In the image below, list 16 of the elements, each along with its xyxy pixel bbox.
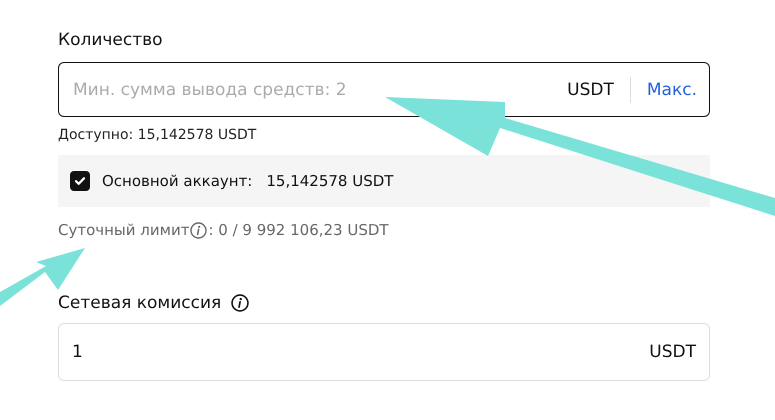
field-label: Количество	[58, 30, 164, 52]
currency-unit: USDT	[649, 342, 696, 362]
limit-value: : 0 / 9 992 106,23 USDT	[208, 221, 389, 239]
fee-value: 1	[72, 342, 83, 362]
fee-field[interactable]: 1 USDT	[58, 323, 710, 381]
currency-unit: USDT	[567, 80, 614, 100]
limit-label: Суточный лимит	[58, 221, 190, 239]
account-balance: 15,142578 USDT	[266, 172, 394, 190]
available-balance: Доступно: 15,142578 USDT	[58, 127, 258, 143]
check-icon	[73, 174, 87, 188]
amount-field[interactable]: Мин. сумма вывода средств: 2 USDT Макс.	[58, 62, 710, 117]
field-label: Сетевая комиссия	[58, 293, 222, 313]
checkbox[interactable]	[70, 171, 90, 191]
account-label: Основной аккаунт:	[102, 172, 252, 190]
max-link[interactable]: Макс.	[646, 80, 697, 100]
info-icon[interactable]	[231, 294, 250, 312]
